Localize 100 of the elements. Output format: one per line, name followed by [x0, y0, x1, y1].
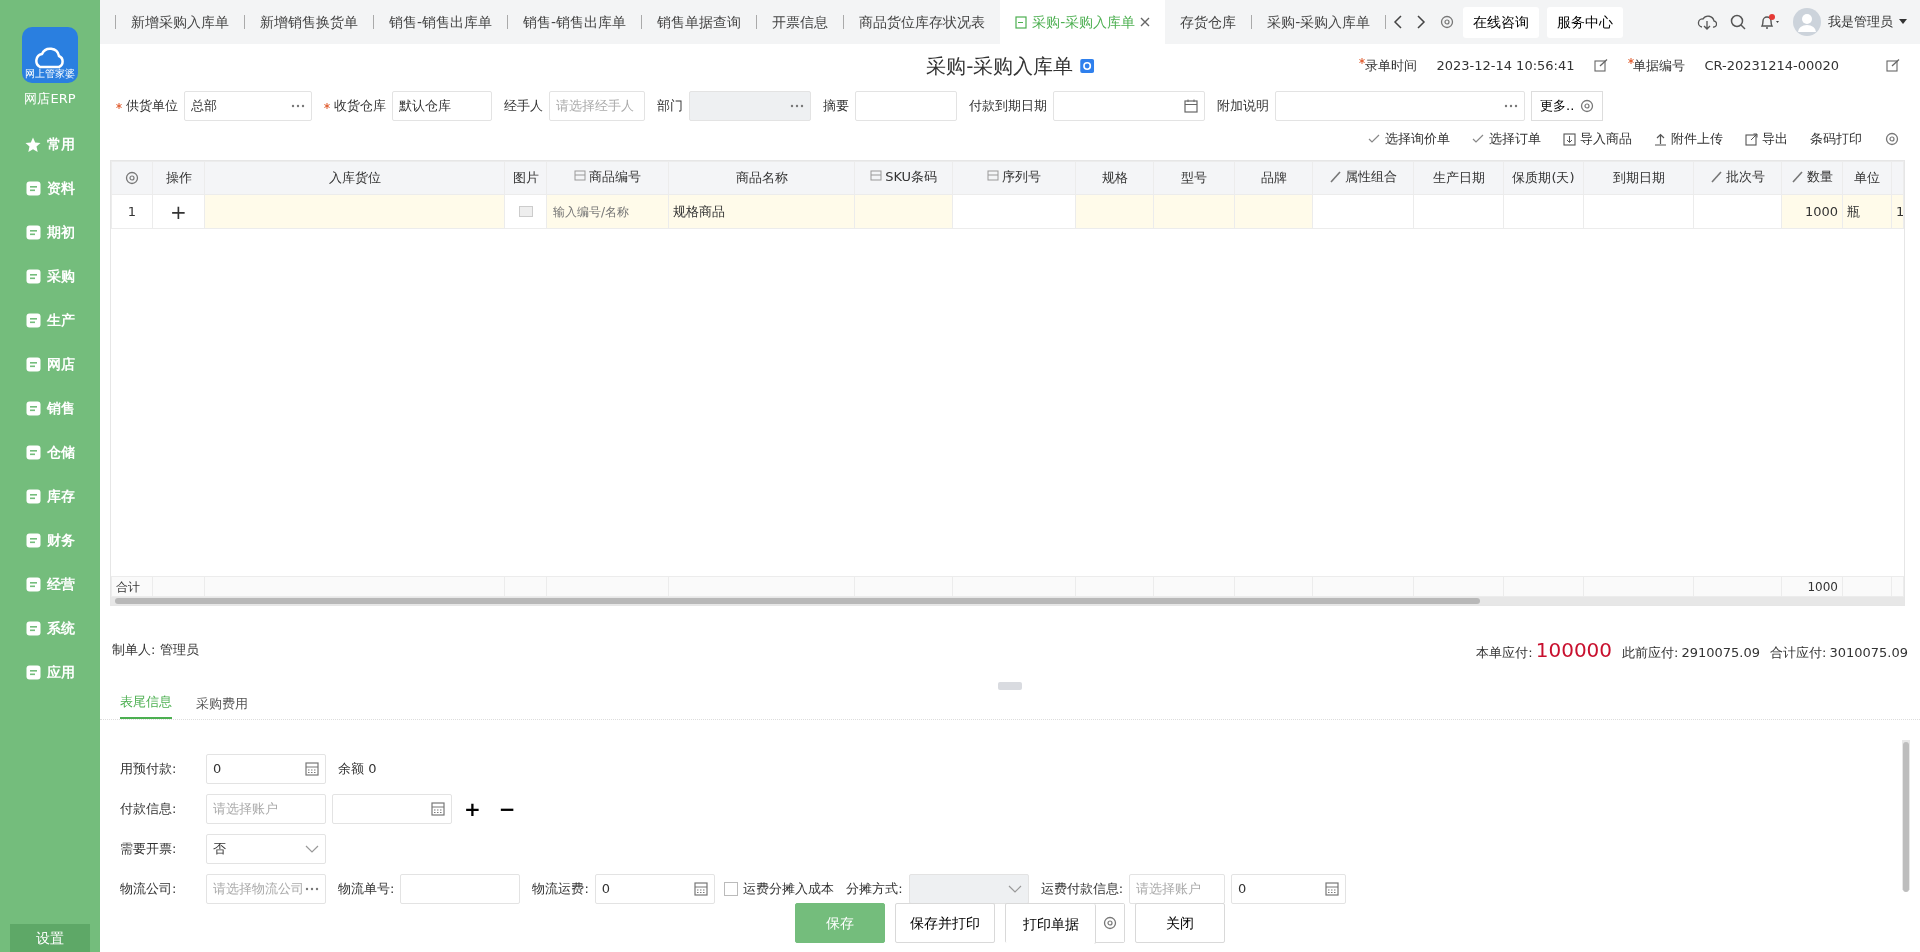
vertical-scrollbar[interactable]	[1902, 740, 1910, 890]
header-label: 数量	[1806, 168, 1833, 187]
tab[interactable]: 存货仓库	[1165, 0, 1252, 44]
tab[interactable]: 销售-销售出库单	[374, 0, 508, 44]
input-field[interactable]	[1275, 91, 1525, 121]
column-header: 型号	[1153, 161, 1235, 195]
chevron-right-icon[interactable]	[1415, 15, 1426, 29]
tab[interactable]: 销售单据查询	[642, 0, 757, 44]
tab[interactable]: 采购费用	[196, 693, 248, 719]
input-field[interactable]	[332, 794, 452, 824]
more-button[interactable]: 更多..	[1531, 91, 1604, 121]
bell-icon[interactable]	[1759, 14, 1780, 30]
field-value[interactable]: 否	[213, 839, 305, 859]
field-value[interactable]: 0	[601, 879, 694, 899]
tab[interactable]: 新增销售换货单	[245, 0, 373, 44]
toolbar-button[interactable]: 选择订单	[1472, 129, 1541, 149]
header-label: 序列号	[1002, 168, 1042, 187]
settings-icon[interactable]	[1884, 131, 1900, 147]
input-field[interactable]: 0	[206, 754, 326, 784]
tile-icon	[25, 225, 41, 240]
toolbar-button[interactable]: 导入商品	[1563, 129, 1632, 149]
upload-icon	[1654, 132, 1667, 146]
settings-icon[interactable]	[124, 170, 140, 186]
header-link[interactable]: 服务中心	[1546, 6, 1623, 38]
search-icon[interactable]	[1730, 14, 1746, 30]
input-field[interactable]: 请选择物流公司	[206, 874, 326, 904]
field-value[interactable]: 总部	[191, 96, 291, 116]
toolbar-button[interactable]: 附件上传	[1654, 129, 1723, 149]
field-value[interactable]: 请选择物流公司	[213, 879, 305, 899]
toolbar-button[interactable]: 条码打印	[1810, 129, 1862, 149]
tab[interactable]: 商品货位库存状况表	[844, 0, 1001, 44]
add-button[interactable]: +	[458, 799, 487, 819]
tab[interactable]: 开票信息	[757, 0, 844, 44]
amount-label: 合计应付:	[1770, 644, 1827, 662]
caret-icon[interactable]	[1899, 19, 1907, 25]
calculator-icon[interactable]	[305, 762, 319, 776]
list-icon	[573, 170, 586, 184]
field-value[interactable]: 请选择账户	[213, 799, 319, 819]
field-value[interactable]: 请选择经手人	[556, 96, 638, 116]
more-dots-icon[interactable]	[1504, 103, 1518, 109]
input-field[interactable]	[400, 874, 521, 904]
tab[interactable]: 新增采购入库单	[116, 0, 244, 44]
edit-icon[interactable]	[1594, 59, 1608, 73]
creator-text: 制单人: 管理员	[112, 641, 199, 660]
calendar-icon[interactable]	[1184, 99, 1198, 113]
field-value[interactable]: 输入编号/名称	[551, 201, 664, 222]
column-header: 生产日期	[1413, 161, 1504, 195]
settings-icon	[1580, 99, 1595, 113]
table-cell: 瓶	[1842, 194, 1892, 229]
dropdown[interactable]: 否	[206, 834, 326, 864]
tile-icon	[25, 445, 41, 460]
input-field[interactable]	[1053, 91, 1205, 121]
field-value[interactable]: 0	[1238, 879, 1326, 899]
cloud-download-icon[interactable]	[1697, 14, 1717, 30]
tab[interactable]: 采购-采购入库单	[1252, 0, 1386, 44]
settings-badge-icon[interactable]	[1079, 59, 1094, 73]
column-header: 图片	[504, 161, 547, 195]
header-label: 批次号	[1725, 168, 1765, 187]
more-dots-icon[interactable]	[305, 886, 319, 892]
remove-button[interactable]: −	[492, 799, 522, 819]
horizontal-scrollbar[interactable]	[111, 597, 1904, 605]
settings-icon[interactable]	[1438, 14, 1455, 30]
input-field[interactable]: 默认仓库	[392, 91, 492, 121]
more-dots-icon[interactable]	[291, 103, 305, 109]
field-value[interactable]: 默认仓库	[399, 96, 485, 116]
field-value[interactable]: 0	[213, 759, 305, 779]
input-field[interactable]: 总部	[184, 91, 312, 121]
collapse-handle[interactable]	[998, 682, 1022, 690]
edit-icon[interactable]	[1886, 59, 1900, 73]
meta-value: CR-20231214-00020	[1704, 57, 1839, 76]
toolbar-button[interactable]: 导出	[1745, 129, 1788, 149]
chevron-left-icon[interactable]	[1392, 15, 1403, 29]
tile-icon	[25, 401, 41, 416]
toolbar-button[interactable]: 选择询价单	[1368, 129, 1450, 149]
input-field[interactable]: 请选择账户	[206, 794, 326, 824]
user-name[interactable]: 我是管理员	[1827, 12, 1893, 32]
print-button[interactable]: 打印单据	[1006, 904, 1096, 944]
header-label: 属性组合	[1344, 168, 1397, 187]
input-field[interactable]	[855, 91, 957, 121]
input-field[interactable]: 输入编号/名称	[546, 194, 669, 229]
calculator-icon[interactable]	[693, 882, 708, 896]
calculator-icon[interactable]	[431, 802, 445, 816]
checkbox[interactable]	[724, 882, 739, 896]
action-button[interactable]: 保存并打印	[895, 903, 995, 943]
import-icon	[1563, 132, 1576, 146]
header-link[interactable]: 在线咨询	[1462, 6, 1539, 38]
input-field[interactable]: 0	[1231, 874, 1347, 904]
input-field[interactable]: 请选择经手人	[549, 91, 645, 121]
tab[interactable]: 销售-销售出库单	[508, 0, 642, 44]
balance-text: 余额 0	[338, 760, 377, 779]
action-button[interactable]: 关闭	[1135, 903, 1225, 943]
add-row-button[interactable]: +	[152, 194, 205, 229]
field-value[interactable]: 请选择账户	[1136, 879, 1219, 899]
close-icon[interactable]	[1140, 17, 1151, 27]
chevron-down-icon[interactable]	[305, 844, 319, 854]
app-name: 网店ERP	[24, 90, 76, 108]
input-field[interactable]: 请选择账户	[1129, 874, 1226, 904]
calculator-icon[interactable]	[1325, 882, 1340, 896]
tile-icon	[25, 577, 41, 592]
input-field[interactable]: 0	[594, 874, 715, 904]
